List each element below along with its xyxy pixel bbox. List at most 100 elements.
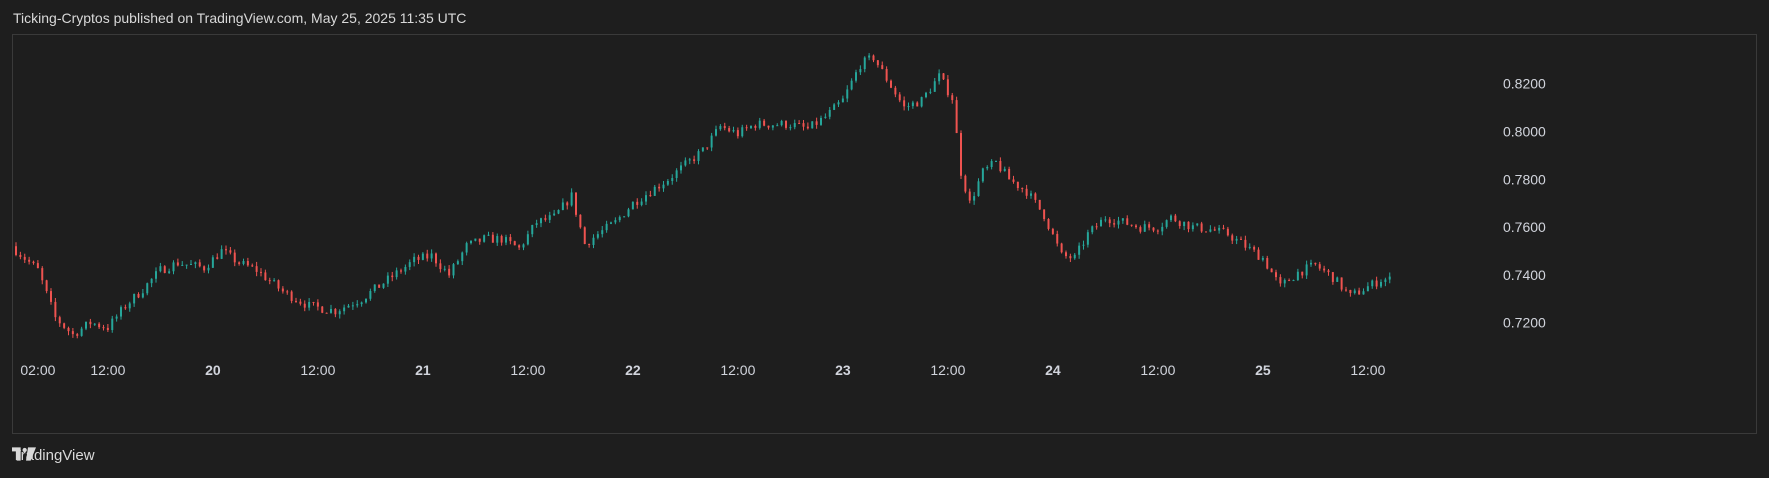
- candle-body: [723, 126, 726, 129]
- candle-body: [1121, 218, 1124, 221]
- candle-body: [732, 130, 735, 132]
- candle-body: [260, 271, 262, 273]
- candle-body: [911, 102, 914, 107]
- candle-body: [146, 283, 149, 294]
- candle-body: [255, 266, 258, 272]
- candle-body: [1196, 223, 1199, 226]
- candle-body: [391, 275, 394, 278]
- candle-body: [500, 236, 503, 243]
- candle-body: [675, 170, 678, 179]
- candle-body: [400, 270, 402, 272]
- candle-body: [868, 55, 871, 58]
- candle-body: [141, 293, 144, 298]
- candle-body: [465, 243, 468, 253]
- candle-body: [872, 55, 875, 61]
- candle-body: [1108, 219, 1111, 224]
- candle-body: [1086, 232, 1089, 245]
- candle-body: [382, 283, 385, 288]
- candle-body: [111, 318, 114, 331]
- candle-body: [159, 266, 162, 272]
- candle-body: [509, 237, 512, 242]
- x-tick-label: 12:00: [90, 362, 125, 378]
- candle-body: [1025, 188, 1028, 196]
- candle-body: [916, 102, 919, 107]
- candle-body: [1375, 280, 1378, 287]
- candlestick-chart[interactable]: 0.7200 0.7400 0.7600 0.7800 0.8000 0.8200 02:…: [13, 35, 1758, 435]
- candle-body: [1270, 268, 1273, 273]
- candle-body: [63, 323, 66, 328]
- y-tick-label: 0.8000: [1503, 123, 1546, 139]
- brand-footer[interactable]: TradingView: [12, 447, 95, 464]
- candle-body: [627, 209, 630, 217]
- candle-body: [1222, 227, 1225, 229]
- candle-body: [610, 222, 612, 224]
- candle-body: [277, 280, 280, 289]
- candle-body: [1371, 280, 1374, 287]
- candle-body: [1008, 168, 1011, 180]
- candle-body: [736, 130, 739, 137]
- candle-body: [955, 100, 958, 134]
- candle-body: [640, 201, 643, 205]
- x-tick-label: 12:00: [300, 362, 335, 378]
- candle-body: [837, 102, 840, 105]
- candle-body: [662, 184, 665, 189]
- candle-body: [968, 191, 971, 201]
- candle-body: [802, 123, 805, 127]
- candle-body: [133, 293, 136, 304]
- candle-body: [1388, 276, 1391, 280]
- candle-body: [1349, 289, 1352, 294]
- candle-body: [120, 307, 122, 317]
- candle-body: [417, 256, 420, 260]
- candle-body: [1047, 219, 1050, 229]
- candle-body: [32, 261, 35, 264]
- candle-body: [312, 301, 315, 303]
- x-tick-label: 12:00: [1140, 362, 1175, 378]
- x-tick-label: 12:00: [930, 362, 965, 378]
- y-axis[interactable]: 0.7200 0.7400 0.7600 0.7800 0.8000 0.8200: [1503, 76, 1546, 331]
- candle-body: [334, 308, 337, 315]
- candle-body: [303, 303, 306, 308]
- candle-body: [942, 73, 945, 80]
- candle-body: [1043, 209, 1046, 220]
- candle-body: [846, 89, 849, 99]
- candle-body: [579, 214, 582, 228]
- candle-body: [216, 257, 219, 259]
- candle-body: [163, 266, 166, 273]
- candle-body: [929, 91, 932, 93]
- candle-body: [1069, 256, 1072, 259]
- candle-body: [1261, 258, 1264, 260]
- candle-body: [806, 126, 809, 129]
- candle-body: [1034, 193, 1037, 200]
- candle-body: [124, 307, 127, 309]
- y-tick-label: 0.7800: [1503, 171, 1546, 187]
- candle-body: [137, 293, 140, 298]
- candle-body: [155, 271, 157, 279]
- candle-body: [776, 125, 779, 127]
- candle-body: [1038, 199, 1041, 210]
- candle-body: [19, 254, 22, 257]
- candle-body: [1336, 277, 1339, 282]
- candle-body: [1253, 246, 1256, 250]
- x-tick-label: 22: [625, 362, 641, 378]
- candle-body: [1143, 224, 1146, 232]
- candle-body: [295, 300, 297, 302]
- x-tick-label: 23: [835, 362, 851, 378]
- candle-body: [789, 127, 792, 129]
- candle-body: [1156, 230, 1159, 232]
- candle-body: [456, 261, 459, 265]
- candle-body: [1209, 229, 1212, 232]
- candle-body: [815, 121, 818, 125]
- candle-body: [1060, 243, 1063, 253]
- candle-body: [168, 271, 171, 273]
- candle-body: [1152, 227, 1155, 231]
- candle-body: [719, 126, 722, 130]
- candle-body: [85, 321, 87, 329]
- candle-body: [798, 123, 801, 125]
- candle-body: [566, 202, 569, 206]
- candle-body: [535, 223, 538, 225]
- chart-panel[interactable]: 0.7200 0.7400 0.7600 0.7800 0.8000 0.8200 02:…: [12, 34, 1757, 434]
- x-axis[interactable]: 02:00 12:00 20 12:00 21 12:00 22 12:00 23 12:00 24…: [20, 362, 1385, 378]
- candle-body: [1139, 227, 1142, 232]
- candle-body: [548, 215, 551, 220]
- candle-body: [890, 80, 892, 88]
